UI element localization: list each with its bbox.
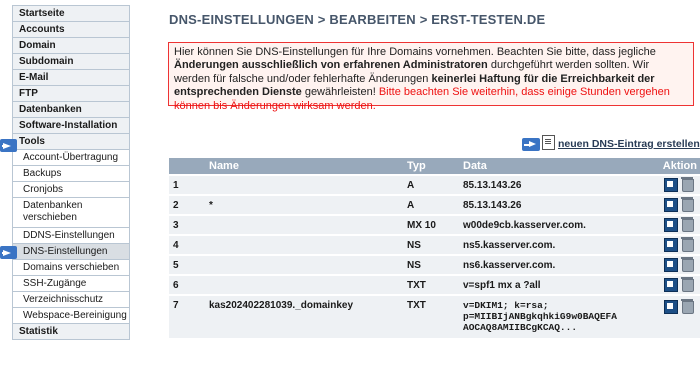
- row-number: 7: [169, 294, 205, 338]
- row-actions: [651, 294, 700, 338]
- row-actions: [651, 214, 700, 235]
- new-document-icon[interactable]: [542, 135, 555, 150]
- row-number: 4: [169, 234, 205, 255]
- row-number: 3: [169, 214, 205, 235]
- row-number: 5: [169, 254, 205, 275]
- record-type: NS: [403, 254, 459, 275]
- sidebar-item-startseite[interactable]: Startseite: [13, 6, 129, 22]
- sidebar-item-webspace-bereinigung[interactable]: Webspace-Bereinigung: [13, 308, 129, 324]
- record-name: [205, 214, 403, 235]
- table-row: 2 * A 85.13.143.26: [169, 194, 700, 215]
- trash-icon[interactable]: [681, 298, 694, 314]
- sidebar-item-tools[interactable]: Tools: [13, 134, 129, 150]
- sidebar-item-accounts[interactable]: Accounts: [13, 22, 129, 38]
- table-row: 3 MX 10 w00de9cb.kasserver.com.: [169, 214, 700, 235]
- record-type: TXT: [403, 294, 459, 338]
- sidebar-item-ddns-einstellungen[interactable]: DDNS-Einstellungen: [13, 228, 129, 244]
- sidebar-item-verzeichnisschutz[interactable]: Verzeichnisschutz: [13, 292, 129, 308]
- record-name: [205, 234, 403, 255]
- record-type: A: [403, 194, 459, 215]
- table-row: 6 TXT v=spf1 mx a ?all: [169, 274, 700, 295]
- record-data: 85.13.143.26: [459, 194, 651, 215]
- notice-text: Hier können Sie DNS-Einstellungen für Ih…: [174, 46, 656, 58]
- row-actions: [651, 274, 700, 295]
- edit-icon[interactable]: [664, 238, 678, 252]
- notice-text-bold: Änderungen ausschließlich von erfahrenen…: [174, 59, 488, 72]
- sidebar-item-domain[interactable]: Domain: [13, 38, 129, 54]
- row-actions: [651, 194, 700, 215]
- sidebar-item-software-installation[interactable]: Software-Installation: [13, 118, 129, 134]
- column-header-aktion: Aktion: [651, 158, 700, 175]
- notice-text: gewährleisten!: [301, 86, 379, 99]
- record-data: 85.13.143.26: [459, 174, 651, 195]
- sidebar-item-domains-verschieben[interactable]: Domains verschieben: [13, 260, 129, 276]
- sidebar-item-backups[interactable]: Backups: [13, 166, 129, 182]
- trash-icon[interactable]: [681, 256, 694, 272]
- trash-icon[interactable]: [681, 196, 694, 212]
- sidebar-item-statistik[interactable]: Statistik: [13, 324, 129, 339]
- sidebar-item-cronjobs[interactable]: Cronjobs: [13, 182, 129, 198]
- column-header-data: Data: [459, 158, 651, 175]
- record-data: ns5.kasserver.com.: [459, 234, 651, 255]
- edit-icon[interactable]: [664, 198, 678, 212]
- row-number: 2: [169, 194, 205, 215]
- page-title: DNS-EINSTELLUNGEN > BEARBEITEN > ERST-TE…: [169, 12, 546, 27]
- record-name: [205, 274, 403, 295]
- record-name: [205, 254, 403, 275]
- table-header-row: Name Typ Data Aktion: [169, 158, 700, 175]
- column-header-number: [169, 158, 205, 175]
- sidebar-item-email[interactable]: E-Mail: [13, 70, 129, 86]
- sidebar-item-account-uebertragung[interactable]: Account-Übertragung: [13, 150, 129, 166]
- trash-icon[interactable]: [681, 276, 694, 292]
- record-type: TXT: [403, 274, 459, 295]
- record-type: NS: [403, 234, 459, 255]
- row-actions: [651, 174, 700, 195]
- trash-icon[interactable]: [681, 236, 694, 252]
- edit-icon[interactable]: [664, 300, 678, 314]
- record-type: A: [403, 174, 459, 195]
- dns-records-table: Name Typ Data Aktion 1 A 85.13.143.26 2 …: [169, 158, 700, 338]
- warning-notice: Hier können Sie DNS-Einstellungen für Ih…: [168, 42, 694, 112]
- row-actions: [651, 234, 700, 255]
- sidebar-item-ssh-zugaenge[interactable]: SSH-Zugänge: [13, 276, 129, 292]
- sidebar-item-datenbanken[interactable]: Datenbanken: [13, 102, 129, 118]
- record-data-line: v=DKIM1; k=rsa;: [463, 300, 549, 311]
- row-number: 1: [169, 174, 205, 195]
- table-row: 7 kas202402281039._domainkey TXT v=DKIM1…: [169, 294, 700, 338]
- row-number: 6: [169, 274, 205, 295]
- edit-icon[interactable]: [664, 218, 678, 232]
- record-data-line: p=MIIBIjANBgkqhkiG9w0BAQEFA: [463, 311, 617, 322]
- edit-icon[interactable]: [664, 278, 678, 292]
- sidebar-item-subdomain[interactable]: Subdomain: [13, 54, 129, 70]
- arrow-right-icon: [0, 139, 17, 152]
- record-data: ns6.kasserver.com.: [459, 254, 651, 275]
- sidebar-item-datenbanken-verschieben[interactable]: Datenbanken verschieben: [13, 198, 129, 228]
- new-dns-entry-link[interactable]: neuen DNS-Eintrag erstellen: [558, 138, 700, 150]
- arrow-right-icon[interactable]: [522, 138, 540, 151]
- record-type: MX 10: [403, 214, 459, 235]
- record-data-line: AOCAQ8AMIIBCgKCAQ...: [463, 322, 578, 333]
- column-header-typ: Typ: [403, 158, 459, 175]
- record-name: kas202402281039._domainkey: [205, 294, 403, 338]
- record-data: v=spf1 mx a ?all: [459, 274, 651, 295]
- trash-icon[interactable]: [681, 216, 694, 232]
- table-row: 5 NS ns6.kasserver.com.: [169, 254, 700, 275]
- record-data: w00de9cb.kasserver.com.: [459, 214, 651, 235]
- record-data: v=DKIM1; k=rsa; p=MIIBIjANBgkqhkiG9w0BAQ…: [459, 294, 651, 338]
- sidebar: Startseite Accounts Domain Subdomain E-M…: [12, 5, 130, 340]
- edit-icon[interactable]: [664, 258, 678, 272]
- edit-icon[interactable]: [664, 178, 678, 192]
- trash-icon[interactable]: [681, 176, 694, 192]
- column-header-name: Name: [205, 158, 403, 175]
- arrow-right-icon: [0, 246, 17, 259]
- row-actions: [651, 254, 700, 275]
- sidebar-item-dns-einstellungen[interactable]: DNS-Einstellungen: [13, 244, 129, 260]
- record-name: *: [205, 194, 403, 215]
- table-row: 1 A 85.13.143.26: [169, 174, 700, 195]
- sidebar-item-ftp[interactable]: FTP: [13, 86, 129, 102]
- table-row: 4 NS ns5.kasserver.com.: [169, 234, 700, 255]
- record-name: [205, 174, 403, 195]
